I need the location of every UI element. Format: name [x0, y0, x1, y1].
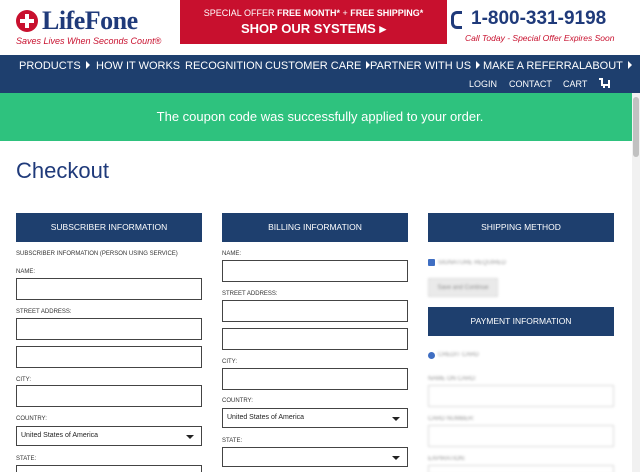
- red-cross-logo-icon: [16, 10, 38, 32]
- shipping-heading: SHIPPING METHOD: [428, 213, 614, 242]
- billing-state-label: STATE:: [222, 438, 243, 444]
- payment-heading: PAYMENT INFORMATION: [428, 307, 614, 336]
- nav-item-how-it-works[interactable]: HOW IT WORKS: [96, 60, 180, 72]
- nav-label: HOW IT WORKS: [96, 60, 181, 72]
- billing-state-select[interactable]: [222, 447, 408, 467]
- chevron-down-icon: [186, 435, 194, 439]
- special-offer-banner[interactable]: SPECIAL OFFER FREE MONTH* + FREE SHIPPIN…: [180, 0, 447, 44]
- subscriber-city-label: CITY:: [16, 377, 32, 383]
- billing-street-label: STREET ADDRESS:: [222, 291, 278, 297]
- billing-country-select[interactable]: United States of America: [222, 408, 408, 428]
- subscriber-intro: SUBSCRIBER INFORMATION (PERSON USING SER…: [16, 251, 178, 257]
- subscriber-street-label: STREET ADDRESS:: [16, 309, 72, 315]
- subscriber-name-label: NAME:: [16, 269, 36, 275]
- card-name-input[interactable]: [428, 385, 614, 407]
- chevron-down-icon: [392, 456, 400, 460]
- credit-card-label: CREDIT CARD: [438, 352, 479, 358]
- scrollbar-thumb[interactable]: [633, 97, 639, 157]
- credit-card-radio[interactable]: [428, 352, 435, 359]
- nav-item-referral[interactable]: MAKE A REFERRAL: [483, 60, 585, 72]
- shop-systems-link[interactable]: SHOP OUR SYSTEMS ▸: [180, 21, 447, 37]
- billing-name-label: NAME:: [222, 251, 242, 257]
- chevron-down-icon: [392, 417, 400, 421]
- caret-right-icon: [85, 61, 90, 69]
- contact-link[interactable]: CONTACT: [509, 79, 552, 89]
- subscriber-country-label: COUNTRY:: [16, 416, 47, 422]
- nav-label: PRODUCTS: [19, 60, 81, 72]
- select-value: United States of America: [227, 414, 305, 421]
- phone-icon: [451, 11, 462, 29]
- signature-required-label: SIGNATURE REQUIRED: [438, 260, 506, 266]
- nav-label: MAKE A REFERRAL: [483, 60, 586, 72]
- signature-required-checkbox[interactable]: [428, 259, 435, 266]
- card-name-label: NAME ON CARD:: [428, 376, 477, 382]
- nav-label: CUSTOMER CARE: [265, 60, 362, 72]
- site-header: LifeFone Saves Lives When Seconds Count®…: [0, 0, 640, 55]
- billing-name-input[interactable]: [222, 260, 408, 282]
- expiration-input[interactable]: [428, 465, 614, 472]
- main-nav: PRODUCTS HOW IT WORKS RECOGNITION CUSTOM…: [0, 55, 640, 93]
- subscriber-country-select[interactable]: United States of America: [16, 426, 202, 446]
- billing-heading: BILLING INFORMATION: [222, 213, 408, 242]
- card-number-label: CARD NUMBER:: [428, 416, 475, 422]
- offer-free-shipping: FREE SHIPPING*: [350, 8, 424, 18]
- subscriber-state-select[interactable]: [16, 465, 202, 472]
- subscriber-name-input[interactable]: [16, 278, 202, 300]
- subscriber-street-input-1[interactable]: [16, 318, 202, 340]
- billing-city-input[interactable]: [222, 368, 408, 390]
- nav-primary: PRODUCTS HOW IT WORKS RECOGNITION CUSTOM…: [0, 60, 640, 76]
- offer-free-month: FREE MONTH*: [276, 8, 340, 18]
- billing-street-input-1[interactable]: [222, 300, 408, 322]
- offer-text: SPECIAL OFFER FREE MONTH* + FREE SHIPPIN…: [180, 8, 447, 18]
- nav-item-customer-care[interactable]: CUSTOMER CARE: [265, 60, 371, 72]
- subscriber-city-input[interactable]: [16, 385, 202, 407]
- billing-country-label: COUNTRY:: [222, 398, 253, 404]
- nav-label: RECOGNITION: [185, 60, 263, 72]
- nav-item-recognition[interactable]: RECOGNITION: [185, 60, 263, 72]
- subscriber-heading: SUBSCRIBER INFORMATION: [16, 213, 202, 242]
- login-link[interactable]: LOGIN: [469, 79, 497, 89]
- offer-prefix: SPECIAL OFFER: [203, 8, 277, 18]
- lifefone-logo[interactable]: LifeFone Saves Lives When Seconds Count®: [16, 6, 176, 48]
- cart-icon[interactable]: [599, 78, 610, 88]
- nav-label: PARTNER WITH US: [370, 60, 472, 72]
- nav-item-about[interactable]: ABOUT: [585, 60, 632, 72]
- caret-right-icon: [627, 61, 632, 69]
- cart-link[interactable]: CART: [563, 79, 587, 89]
- caret-right-icon: [476, 61, 481, 69]
- expiration-label: EXPIRATION:: [428, 456, 466, 462]
- phone-number[interactable]: 1-800-331-9198: [471, 8, 606, 30]
- card-number-input[interactable]: [428, 425, 614, 447]
- nav-item-partner[interactable]: PARTNER WITH US: [370, 60, 481, 72]
- brand-tagline: Saves Lives When Seconds Count®: [16, 36, 162, 46]
- page-scrollbar[interactable]: [632, 93, 640, 472]
- phone-subtext: Call Today - Special Offer Expires Soon: [465, 33, 615, 43]
- subscriber-state-label: STATE:: [16, 456, 37, 462]
- coupon-success-message: The coupon code was successfully applied…: [0, 93, 640, 141]
- brand-name: LifeFone: [42, 6, 138, 35]
- billing-street-input-2[interactable]: [222, 328, 408, 350]
- nav-item-products[interactable]: PRODUCTS: [19, 60, 90, 72]
- nav-label: ABOUT: [585, 60, 623, 72]
- select-value: United States of America: [21, 432, 99, 439]
- save-continue-button[interactable]: Save and Continue: [428, 278, 498, 297]
- page-title: Checkout: [16, 158, 109, 183]
- billing-city-label: CITY:: [222, 359, 238, 365]
- offer-plus: +: [339, 8, 351, 18]
- subscriber-street-input-2[interactable]: [16, 346, 202, 368]
